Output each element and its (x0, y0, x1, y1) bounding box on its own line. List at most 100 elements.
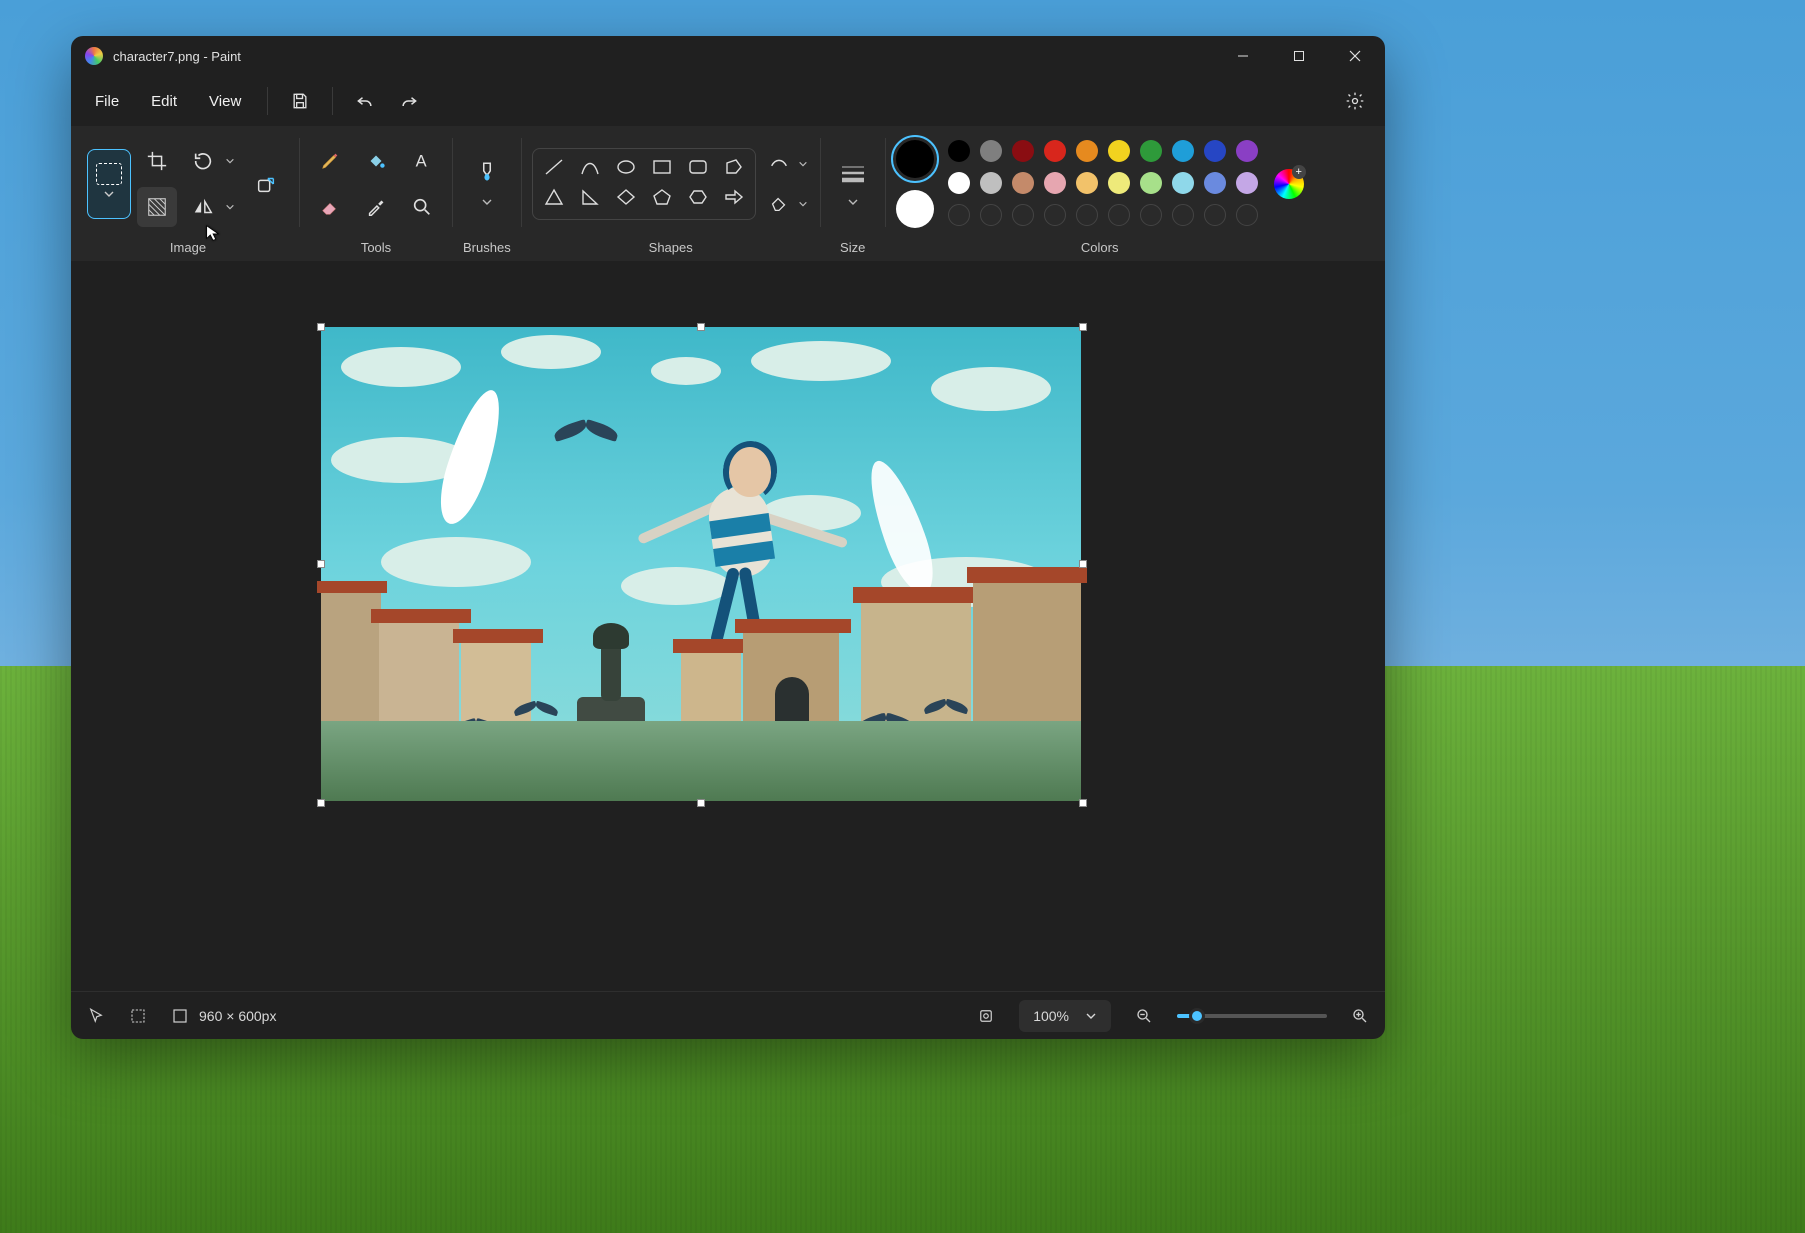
color-1-swatch[interactable] (896, 140, 934, 178)
color-swatch-empty[interactable] (980, 204, 1002, 226)
color-swatch[interactable] (948, 140, 970, 162)
shape-oval-icon[interactable] (616, 158, 636, 181)
color-swatch[interactable] (1076, 172, 1098, 194)
menu-view[interactable]: View (195, 85, 255, 118)
color-swatch-empty[interactable] (1108, 204, 1130, 226)
shape-outline-dropdown[interactable] (796, 159, 810, 169)
resize-handle-sw[interactable] (317, 799, 325, 807)
color-swatch[interactable] (980, 172, 1002, 194)
color-swatch[interactable] (1044, 172, 1066, 194)
title-bar[interactable]: character7.png - Paint (71, 36, 1385, 76)
shape-roundrect-icon[interactable] (688, 158, 708, 181)
shape-fill-dropdown[interactable] (796, 199, 810, 209)
color-swatch[interactable] (1140, 172, 1162, 194)
resize-handle-w[interactable] (317, 560, 325, 568)
edit-colors-button[interactable] (1274, 169, 1304, 199)
shape-rect-icon[interactable] (652, 158, 672, 181)
resize-handle-nw[interactable] (317, 323, 325, 331)
color-swatch[interactable] (1012, 140, 1034, 162)
undo-button[interactable] (345, 81, 385, 121)
shape-triangle-icon[interactable] (544, 188, 564, 211)
menu-file[interactable]: File (81, 85, 133, 118)
maximize-button[interactable] (1271, 36, 1327, 76)
shape-diamond-icon[interactable] (616, 188, 636, 211)
color-swatch[interactable] (1044, 140, 1066, 162)
resize-handle-ne[interactable] (1079, 323, 1087, 331)
resize-handle-n[interactable] (697, 323, 705, 331)
shape-arrow-icon[interactable] (724, 188, 744, 211)
save-button[interactable] (280, 81, 320, 121)
color-swatch[interactable] (1012, 172, 1034, 194)
color-swatch[interactable] (948, 172, 970, 194)
brushes-dropdown[interactable] (465, 145, 509, 223)
shapes-palette[interactable] (532, 148, 756, 220)
color-swatch[interactable] (1076, 140, 1098, 162)
color-swatch[interactable] (1172, 140, 1194, 162)
color-swatch[interactable] (1204, 172, 1226, 194)
color-swatch[interactable] (980, 140, 1002, 162)
canvas-area[interactable] (71, 261, 1385, 991)
select-tool[interactable] (87, 149, 131, 219)
color-swatch-empty[interactable] (1044, 204, 1066, 226)
color-swatch-empty[interactable] (1140, 204, 1162, 226)
group-label-shapes: Shapes (649, 240, 693, 255)
canvas[interactable] (321, 327, 1081, 801)
shape-pentagon-icon[interactable] (652, 188, 672, 211)
color-swatch-empty[interactable] (1236, 204, 1258, 226)
color-swatch-empty[interactable] (1172, 204, 1194, 226)
fit-to-window-button[interactable] (977, 1007, 995, 1025)
mouse-cursor-icon (204, 224, 222, 247)
color-2-swatch[interactable] (896, 190, 934, 228)
minimize-button[interactable] (1215, 36, 1271, 76)
text-tool[interactable]: A (402, 141, 442, 181)
color-swatch[interactable] (1108, 172, 1130, 194)
color-swatch-empty[interactable] (1204, 204, 1226, 226)
resize-handle-e[interactable] (1079, 560, 1087, 568)
resize-handle-s[interactable] (697, 799, 705, 807)
flip-tool[interactable] (183, 187, 223, 227)
transparent-selection-tool[interactable] (137, 187, 177, 227)
color-swatch[interactable] (1172, 172, 1194, 194)
color-swatch-empty[interactable] (948, 204, 970, 226)
shape-hexagon-icon[interactable] (688, 188, 708, 211)
menu-bar: File Edit View (71, 76, 1385, 126)
magnifier-tool[interactable] (402, 187, 442, 227)
size-dropdown[interactable] (831, 145, 875, 223)
shape-line-icon[interactable] (544, 158, 564, 181)
rotate-dropdown[interactable] (223, 156, 237, 166)
shape-polygon-icon[interactable] (724, 158, 744, 181)
redo-button[interactable] (389, 81, 429, 121)
rotate-tool[interactable] (183, 141, 223, 181)
fill-tool[interactable] (356, 141, 396, 181)
resize-handle-se[interactable] (1079, 799, 1087, 807)
color-swatch[interactable] (1236, 140, 1258, 162)
color-swatch-empty[interactable] (1012, 204, 1034, 226)
zoom-slider-thumb[interactable] (1189, 1008, 1205, 1024)
shape-outline-button[interactable] (762, 147, 796, 181)
shape-curve-icon[interactable] (580, 158, 600, 181)
crop-tool[interactable] (137, 141, 177, 181)
color-picker-tool[interactable] (356, 187, 396, 227)
eraser-tool[interactable] (310, 187, 350, 227)
shape-fill-button[interactable] (762, 187, 796, 221)
color-swatch[interactable] (1204, 140, 1226, 162)
color-swatch[interactable] (1140, 140, 1162, 162)
close-button[interactable] (1327, 36, 1383, 76)
paint-window: character7.png - Paint File Edit View (71, 36, 1385, 1039)
group-shapes: Shapes (522, 134, 820, 255)
pencil-tool[interactable] (310, 141, 350, 181)
group-image: Image (77, 134, 299, 255)
flip-dropdown[interactable] (223, 202, 237, 212)
settings-button[interactable] (1335, 81, 1375, 121)
zoom-out-button[interactable] (1135, 1007, 1153, 1025)
color-swatch[interactable] (1236, 172, 1258, 194)
shape-right-triangle-icon[interactable] (580, 188, 600, 211)
zoom-in-button[interactable] (1351, 1007, 1369, 1025)
zoom-level-dropdown[interactable]: 100% (1019, 1000, 1111, 1032)
menu-edit[interactable]: Edit (137, 85, 191, 118)
color-swatch-empty[interactable] (1076, 204, 1098, 226)
color-swatch[interactable] (1108, 140, 1130, 162)
zoom-slider[interactable] (1177, 1014, 1327, 1018)
canvas-size-text: 960 × 600px (199, 1008, 276, 1024)
resize-tool[interactable] (243, 161, 289, 207)
